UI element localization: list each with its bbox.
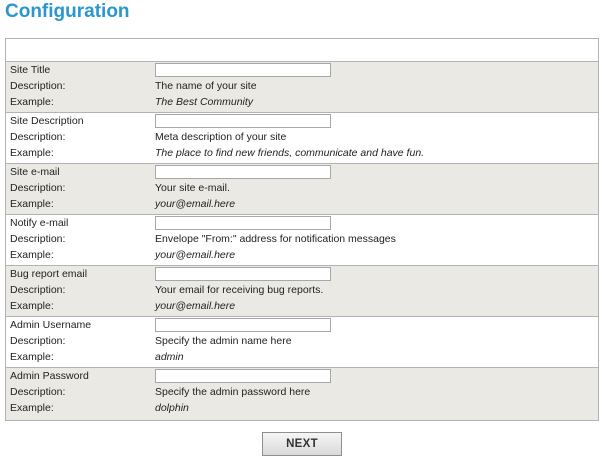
description-label: Description: — [10, 386, 66, 398]
description-text: Envelope "From:" address for notificatio… — [155, 233, 396, 245]
example-text: dolphin — [155, 402, 189, 414]
description-row: Description: Your site e-mail. — [6, 180, 598, 196]
field-group-admin-password: Admin Password Description: Specify the … — [6, 368, 598, 420]
site-title-input[interactable] — [155, 63, 331, 77]
notify-email-input[interactable] — [155, 216, 331, 230]
site-email-input[interactable] — [155, 165, 331, 179]
description-row: Description: Meta description of your si… — [6, 129, 598, 145]
field-label: Admin Password — [10, 370, 89, 382]
description-text: Meta description of your site — [155, 131, 287, 143]
field-row: Bug report email — [6, 266, 598, 282]
example-row: Example: dolphin — [6, 400, 598, 416]
description-label: Description: — [10, 182, 66, 194]
field-group-site-description: Site Description Description: Meta descr… — [6, 113, 598, 164]
field-row: Notify e-mail — [6, 215, 598, 231]
example-row: Example: your@email.here — [6, 247, 598, 263]
example-text: The place to find new friends, communica… — [155, 147, 425, 159]
description-text: Your site e-mail. — [155, 182, 230, 194]
description-label: Description: — [10, 335, 66, 347]
field-label: Site e-mail — [10, 166, 60, 178]
example-label: Example: — [10, 198, 54, 210]
description-text: Specify the admin name here — [155, 335, 292, 347]
example-label: Example: — [10, 351, 54, 363]
example-label: Example: — [10, 96, 54, 108]
example-text: your@email.here — [155, 249, 236, 261]
description-row: Description: Your email for receiving bu… — [6, 282, 598, 298]
description-label: Description: — [10, 80, 66, 92]
description-row: Description: The name of your site — [6, 78, 598, 94]
example-label: Example: — [10, 249, 54, 261]
example-label: Example: — [10, 300, 54, 312]
field-row: Admin Password — [6, 368, 598, 384]
example-text: The Best Community — [155, 96, 254, 108]
example-row: Example: The Best Community — [6, 94, 598, 110]
example-row: Example: admin — [6, 349, 598, 365]
field-group-bug-report-email: Bug report email Description: Your email… — [6, 266, 598, 317]
configuration-table: Site Title Description: The name of your… — [5, 38, 599, 421]
admin-username-input[interactable] — [155, 318, 331, 332]
example-text: your@email.here — [155, 300, 236, 312]
field-row: Site Description — [6, 113, 598, 129]
description-text: The name of your site — [155, 80, 257, 92]
field-label: Bug report email — [10, 268, 88, 280]
example-row: Example: your@email.here — [6, 298, 598, 314]
field-group-site-title: Site Title Description: The name of your… — [6, 62, 598, 113]
example-text: your@email.here — [155, 198, 236, 210]
description-text: Your email for receiving bug reports. — [155, 284, 324, 296]
next-button[interactable]: NEXT — [262, 432, 342, 456]
example-label: Example: — [10, 147, 54, 159]
field-group-site-email: Site e-mail Description: Your site e-mai… — [6, 164, 598, 215]
field-label: Notify e-mail — [10, 217, 69, 229]
description-row: Description: Envelope "From:" address fo… — [6, 231, 598, 247]
description-row: Description: Specify the admin password … — [6, 384, 598, 400]
field-row: Admin Username — [6, 317, 598, 333]
bug-report-email-input[interactable] — [155, 267, 331, 281]
description-row: Description: Specify the admin name here — [6, 333, 598, 349]
example-label: Example: — [10, 402, 54, 414]
field-row: Site e-mail — [6, 164, 598, 180]
example-row: Example: The place to find new friends, … — [6, 145, 598, 161]
description-label: Description: — [10, 131, 66, 143]
site-description-input[interactable] — [155, 114, 331, 128]
configuration-page: Configuration Site Title Description: Th… — [0, 0, 604, 460]
description-text: Specify the admin password here — [155, 386, 311, 398]
description-label: Description: — [10, 284, 66, 296]
field-group-notify-email: Notify e-mail Description: Envelope "Fro… — [6, 215, 598, 266]
admin-password-input[interactable] — [155, 369, 331, 383]
field-label: Site Title — [10, 64, 51, 76]
page-title: Configuration — [5, 1, 130, 22]
field-label: Admin Username — [10, 319, 92, 331]
field-group-admin-username: Admin Username Description: Specify the … — [6, 317, 598, 368]
example-row: Example: your@email.here — [6, 196, 598, 212]
field-label: Site Description — [10, 115, 84, 127]
description-label: Description: — [10, 233, 66, 245]
table-header-row — [6, 39, 598, 62]
field-row: Site Title — [6, 62, 598, 78]
example-text: admin — [155, 351, 184, 363]
